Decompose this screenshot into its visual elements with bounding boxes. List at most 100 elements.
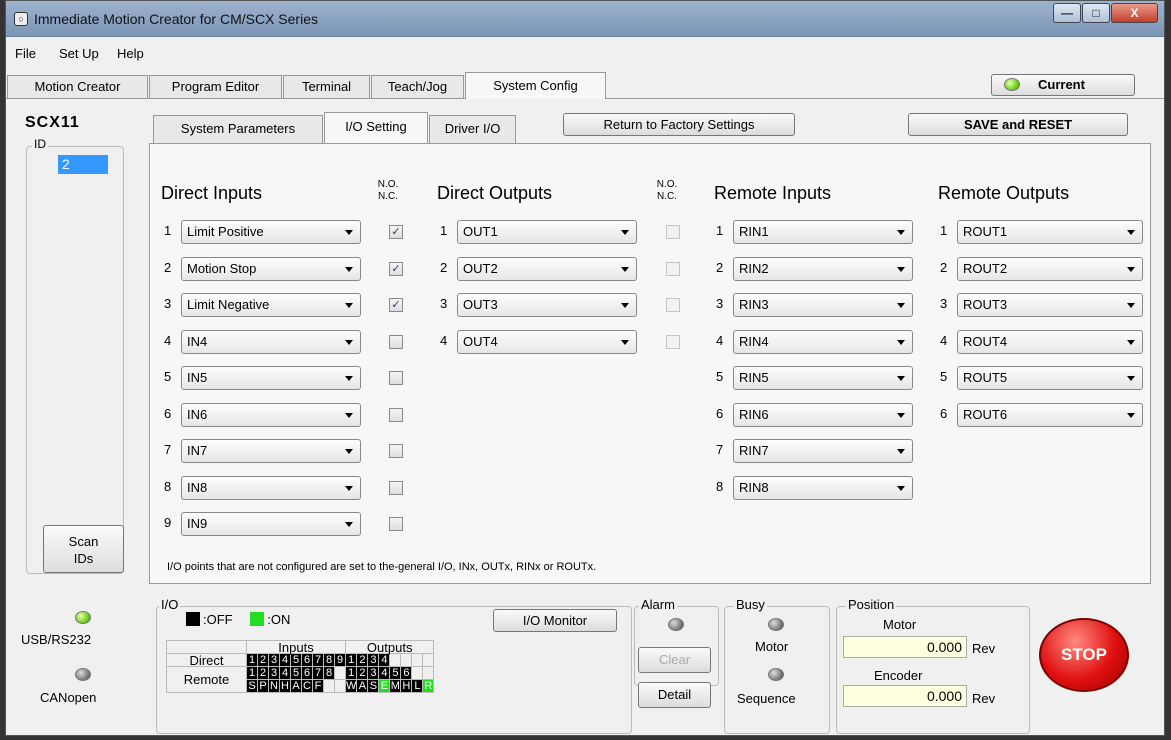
remote-input-number: 7 [312, 666, 324, 680]
direct-inputs-select[interactable]: Motion Stop [181, 256, 361, 281]
direct-input-indicator: 7 [312, 653, 324, 667]
direct-output-indicator: 4 [378, 653, 391, 667]
remote-output-number: 3 [367, 666, 380, 680]
row-number: 2 [716, 259, 724, 275]
direct-input-indicator: 4 [279, 653, 291, 667]
row-number: 1 [164, 223, 172, 238]
title-bar[interactable]: ○ Immediate Motion Creator for CM/SCX Se… [6, 1, 1164, 37]
remote-outputs-select[interactable]: ROUT3 [957, 293, 1143, 317]
alarm-led-icon [668, 618, 684, 631]
nc-checkbox[interactable] [389, 480, 403, 495]
direct-inputs-select[interactable]: Limit Negative [181, 293, 361, 317]
direct-inputs-select[interactable]: IN6 [181, 402, 361, 427]
direct-outputs-select[interactable]: OUT1 [457, 220, 637, 244]
direct-inputs-select[interactable]: IN4 [181, 329, 361, 354]
remote-outputs-select[interactable]: ROUT5 [957, 366, 1143, 390]
tab-system-parameters[interactable]: System Parameters [153, 115, 323, 143]
direct-outputs-select[interactable]: OUT2 [457, 256, 637, 281]
remote-row-label: Remote [166, 666, 247, 693]
nc-checkbox[interactable] [666, 334, 680, 349]
close-button[interactable]: X [1111, 3, 1158, 23]
window-title: Immediate Motion Creator for CM/SCX Seri… [34, 11, 318, 27]
direct-inputs-row: 9 IN9 [164, 512, 409, 536]
direct-inputs-nonc-header: N.O. N.C. [376, 179, 400, 203]
menu-setup[interactable]: Set Up [59, 46, 99, 61]
direct-inputs-select[interactable]: IN9 [181, 512, 361, 536]
off-swatch-icon [186, 612, 200, 626]
remote-outputs-row: 3 ROUT3 [940, 293, 1146, 317]
nc-checkbox[interactable]: ✓ [389, 225, 403, 239]
direct-inputs-select[interactable]: IN7 [181, 439, 361, 463]
remote-inputs-row: 2 RIN2 [716, 256, 916, 281]
direct-input-indicator: 8 [323, 653, 335, 667]
alarm-clear-button[interactable]: Clear [638, 647, 711, 673]
nc-checkbox[interactable] [389, 444, 403, 458]
nc-checkbox[interactable] [389, 407, 403, 422]
remote-outputs-row: 2 ROUT2 [940, 256, 1146, 281]
remote-output-signal: S [367, 679, 380, 693]
io-monitor-button[interactable]: I/O Monitor [493, 609, 617, 632]
tab-teach-jog[interactable]: Teach/Jog [371, 75, 464, 98]
remote-output-number: 5 [389, 666, 402, 680]
menu-file[interactable]: File [15, 46, 36, 61]
alarm-label: Alarm [639, 597, 677, 612]
direct-inputs-row: 6 IN6 [164, 402, 409, 427]
tab-io-setting[interactable]: I/O Setting [324, 112, 428, 144]
usb-status-led-icon [75, 611, 91, 624]
remote-inputs-select[interactable]: RIN5 [733, 366, 913, 390]
menu-help[interactable]: Help [117, 46, 144, 61]
nc-checkbox[interactable] [666, 225, 680, 239]
remote-outputs-select[interactable]: ROUT2 [957, 256, 1143, 281]
nc-checkbox[interactable]: ✓ [389, 261, 403, 276]
remote-input-number: 2 [257, 666, 269, 680]
direct-outputs-select[interactable]: OUT4 [457, 329, 637, 354]
scan-ids-button[interactable]: Scan IDs [43, 525, 124, 573]
nc-checkbox[interactable]: ✓ [389, 298, 403, 312]
current-button[interactable]: Current [991, 74, 1135, 96]
tab-driver-io[interactable]: Driver I/O [429, 115, 516, 143]
direct-inputs-select[interactable]: Limit Positive [181, 220, 361, 244]
remote-inputs-select[interactable]: RIN8 [733, 475, 913, 500]
remote-inputs-select[interactable]: RIN1 [733, 220, 913, 244]
nc-checkbox[interactable] [389, 371, 403, 385]
remote-outputs-select[interactable]: ROUT1 [957, 220, 1143, 244]
return-factory-settings-button[interactable]: Return to Factory Settings [563, 113, 795, 136]
save-and-reset-button[interactable]: SAVE and RESET [908, 113, 1128, 136]
nc-checkbox[interactable] [389, 334, 403, 349]
tab-motion-creator[interactable]: Motion Creator [7, 75, 148, 98]
direct-input-indicator: 3 [268, 653, 280, 667]
remote-inputs-row: 8 RIN8 [716, 475, 916, 500]
stop-button[interactable]: STOP [1039, 618, 1129, 692]
tab-program-editor[interactable]: Program Editor [149, 75, 282, 98]
remote-outputs-select[interactable]: ROUT4 [957, 329, 1143, 354]
direct-outputs-select[interactable]: OUT3 [457, 293, 637, 317]
current-button-label: Current [1038, 77, 1085, 92]
direct-inputs-select[interactable]: IN5 [181, 366, 361, 390]
nc-checkbox[interactable] [666, 298, 680, 312]
maximize-button[interactable]: □ [1082, 3, 1110, 23]
remote-input-signal [323, 679, 335, 693]
remote-output-signal: R [422, 679, 435, 693]
tab-terminal[interactable]: Terminal [283, 75, 370, 98]
alarm-detail-button[interactable]: Detail [638, 682, 711, 708]
remote-outputs-select[interactable]: ROUT6 [957, 402, 1143, 427]
id-item-selected[interactable]: 2 [58, 155, 108, 174]
direct-inputs-select[interactable]: IN8 [181, 475, 361, 500]
remote-inputs-select[interactable]: RIN4 [733, 329, 913, 354]
nc-checkbox[interactable] [389, 517, 403, 531]
tab-system-config[interactable]: System Config [465, 72, 606, 99]
remote-input-number: 4 [279, 666, 291, 680]
id-list [26, 146, 124, 574]
remote-inputs-select[interactable]: RIN6 [733, 402, 913, 427]
remote-inputs-select[interactable]: RIN7 [733, 439, 913, 463]
remote-inputs-select[interactable]: RIN2 [733, 256, 913, 281]
remote-inputs-select[interactable]: RIN3 [733, 293, 913, 317]
row-number: 3 [164, 296, 172, 311]
row-number: 8 [716, 478, 724, 494]
minimize-button[interactable]: — [1053, 3, 1081, 23]
nc-checkbox[interactable] [666, 261, 680, 276]
row-number: 9 [164, 515, 172, 530]
row-number: 3 [940, 296, 948, 311]
row-number: 6 [716, 405, 724, 421]
model-name: SCX11 [25, 114, 80, 131]
